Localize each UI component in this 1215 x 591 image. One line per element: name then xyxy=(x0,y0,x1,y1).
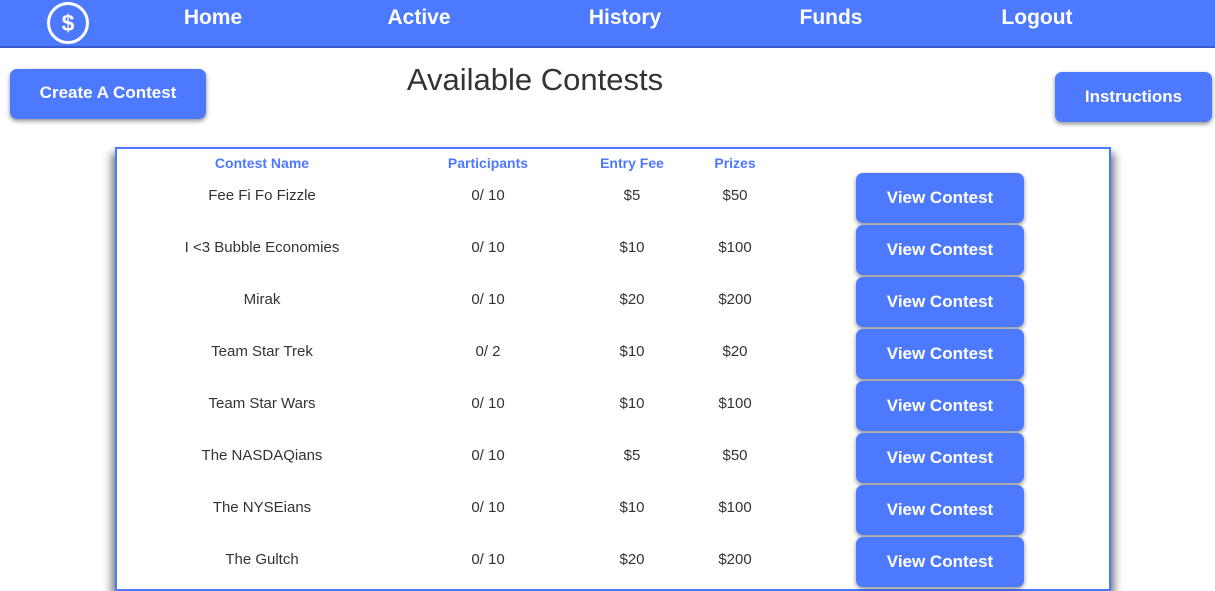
contest-name-cell: I <3 Bubble Economies xyxy=(184,239,340,256)
table-row: The Gultch 0/ 10 $20 $200 View Contest xyxy=(115,537,1107,589)
prize-cell: $100 xyxy=(718,239,752,256)
prize-cell: $100 xyxy=(718,499,752,516)
prize-cell: $50 xyxy=(722,447,748,464)
nav-logout[interactable]: Logout xyxy=(977,0,1097,36)
participants-cell: 0/ 10 xyxy=(471,551,505,568)
dollar-logo-icon[interactable]: $ xyxy=(47,2,89,44)
view-contest-button[interactable]: View Contest xyxy=(856,433,1024,483)
entry-fee-cell: $20 xyxy=(619,291,645,308)
prize-cell: $200 xyxy=(718,291,752,308)
contest-name-cell: Team Star Wars xyxy=(208,395,316,412)
participants-cell: 0/ 2 xyxy=(475,343,501,360)
participants-cell: 0/ 10 xyxy=(471,291,505,308)
view-contest-button[interactable]: View Contest xyxy=(856,225,1024,275)
prize-cell: $50 xyxy=(722,187,748,204)
entry-fee-cell: $5 xyxy=(623,187,641,204)
top-navbar: $ Home Active History Funds Logout xyxy=(0,0,1215,48)
header-participants: Participants xyxy=(447,155,529,171)
prize-cell: $200 xyxy=(718,551,752,568)
table-row: Fee Fi Fo Fizzle 0/ 10 $5 $50 View Contest xyxy=(115,173,1107,225)
view-contest-button[interactable]: View Contest xyxy=(856,329,1024,379)
view-contest-button[interactable]: View Contest xyxy=(856,537,1024,587)
nav-active[interactable]: Active xyxy=(359,0,479,36)
prize-cell: $100 xyxy=(718,395,752,412)
contest-name-cell: The Gultch xyxy=(225,551,299,568)
contest-name-cell: Fee Fi Fo Fizzle xyxy=(208,187,316,204)
table-row: Mirak 0/ 10 $20 $200 View Contest xyxy=(115,277,1107,329)
entry-fee-cell: $10 xyxy=(619,395,645,412)
entry-fee-cell: $10 xyxy=(619,239,645,256)
header-contest-name: Contest Name xyxy=(214,155,310,171)
participants-cell: 0/ 10 xyxy=(471,447,505,464)
table-row: Team Star Wars 0/ 10 $10 $100 View Contest xyxy=(115,381,1107,433)
view-contest-button[interactable]: View Contest xyxy=(856,485,1024,535)
contest-name-cell: Team Star Trek xyxy=(211,343,313,360)
entry-fee-cell: $20 xyxy=(619,551,645,568)
contest-name-cell: The NYSEians xyxy=(212,499,312,516)
nav-history[interactable]: History xyxy=(565,0,685,36)
create-contest-button[interactable]: Create A Contest xyxy=(10,69,206,119)
participants-cell: 0/ 10 xyxy=(471,239,505,256)
page-title: Available Contests xyxy=(406,62,664,97)
table-row: The NYSEians 0/ 10 $10 $100 View Contest xyxy=(115,485,1107,537)
nav-home[interactable]: Home xyxy=(153,0,273,36)
participants-cell: 0/ 10 xyxy=(471,187,505,204)
view-contest-button[interactable]: View Contest xyxy=(856,381,1024,431)
participants-cell: 0/ 10 xyxy=(471,395,505,412)
table-row: I <3 Bubble Economies 0/ 10 $10 $100 View Co… xyxy=(115,225,1107,277)
nav-funds[interactable]: Funds xyxy=(771,0,891,36)
header-entry-fee: Entry Fee xyxy=(600,155,664,171)
view-contest-button[interactable]: View Contest xyxy=(856,277,1024,327)
entry-fee-cell: $10 xyxy=(619,343,645,360)
view-contest-button[interactable]: View Contest xyxy=(856,173,1024,223)
table-row: Team Star Trek 0/ 2 $10 $20 View Contest xyxy=(115,329,1107,381)
entry-fee-cell: $5 xyxy=(623,447,641,464)
instructions-button[interactable]: Instructions xyxy=(1055,72,1212,122)
header-prizes: Prizes xyxy=(714,155,756,171)
table-row: The NASDAQians 0/ 10 $5 $50 View Contest xyxy=(115,433,1107,485)
entry-fee-cell: $10 xyxy=(619,499,645,516)
contest-name-cell: Mirak xyxy=(243,291,281,308)
participants-cell: 0/ 10 xyxy=(471,499,505,516)
prize-cell: $20 xyxy=(722,343,748,360)
contest-name-cell: The NASDAQians xyxy=(201,447,323,464)
